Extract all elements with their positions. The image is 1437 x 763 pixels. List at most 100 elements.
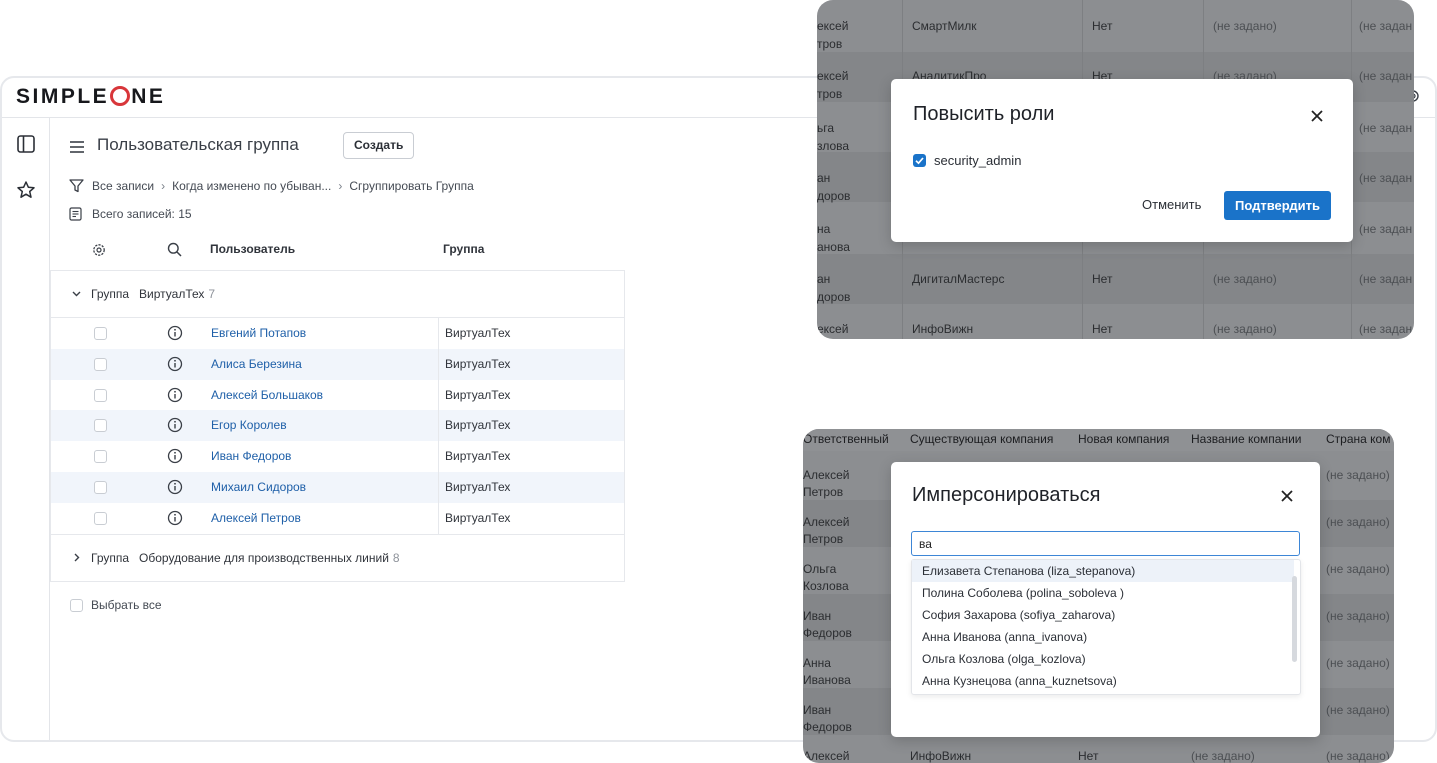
row-checkbox[interactable] bbox=[94, 511, 107, 525]
bg-cell: ексей bbox=[817, 19, 849, 33]
bg-cell: (не задан bbox=[1359, 121, 1413, 135]
bg-row-stripe bbox=[817, 254, 1414, 304]
user-link[interactable]: Михаил Сидоров bbox=[211, 480, 306, 494]
confirm-button[interactable]: Подтвердить bbox=[1224, 191, 1332, 220]
select-all-checkbox[interactable] bbox=[70, 598, 83, 612]
bg-cell: Иван bbox=[803, 609, 832, 623]
bg-cell: (не задано) bbox=[1326, 609, 1390, 623]
bg-cell: (не задано) bbox=[1326, 562, 1390, 576]
bg-column-header: Ответственный bbox=[803, 432, 889, 446]
chevron-down-icon[interactable] bbox=[72, 289, 81, 298]
info-icon[interactable] bbox=[167, 510, 183, 526]
records-count-label: Всего записей: 15 bbox=[92, 207, 192, 221]
chevron-right-icon[interactable] bbox=[72, 553, 81, 562]
row-checkbox[interactable] bbox=[94, 450, 107, 464]
user-link[interactable]: Евгений Потапов bbox=[211, 326, 306, 340]
bg-cell: (не задано) bbox=[1326, 468, 1390, 482]
breadcrumb-group-by[interactable]: Сгруппировать Группа bbox=[349, 179, 473, 193]
user-link[interactable]: Алексей Петров bbox=[211, 511, 301, 525]
bg-cell: СмартМилк bbox=[912, 19, 977, 33]
bg-cell: Козлова bbox=[803, 579, 849, 593]
user-link[interactable]: Алиса Березина bbox=[211, 357, 302, 371]
row-checkbox[interactable] bbox=[94, 327, 107, 340]
suggestion-item[interactable]: Елизавета Степанова (liza_stepanova) bbox=[912, 560, 1294, 582]
bg-cell: (не задано) bbox=[1213, 19, 1277, 33]
bg-cell: Нет bbox=[1078, 749, 1099, 763]
bg-cell: Анна bbox=[803, 656, 831, 670]
suggestion-item[interactable]: Анна Иванова (anna_ivanova) bbox=[912, 626, 1294, 648]
row-checkbox[interactable] bbox=[94, 419, 107, 433]
info-icon[interactable] bbox=[167, 448, 183, 464]
bg-cell: (не задано) bbox=[1213, 322, 1277, 336]
bg-cell: ИнфоВижн bbox=[912, 322, 974, 336]
group-label: Группа Оборудование для производственных … bbox=[91, 550, 400, 565]
table-row[interactable]: Евгений Потапов ВиртуалТех bbox=[51, 318, 624, 349]
group-header-row[interactable]: Группа Оборудование для производственных … bbox=[51, 533, 624, 581]
bg-cell: ексей bbox=[817, 322, 849, 336]
list-scrollbar[interactable] bbox=[1292, 576, 1297, 662]
group-cell: ВиртуалТех bbox=[438, 471, 510, 503]
group-cell: ВиртуалТех bbox=[438, 318, 510, 349]
page-title: Пользовательская группа bbox=[97, 135, 299, 154]
bg-cell: (не задан bbox=[1359, 69, 1413, 83]
column-header-user[interactable]: Пользователь bbox=[210, 242, 295, 256]
group-header-row[interactable]: Группа ВиртуалТех 7 bbox=[51, 271, 624, 318]
menu-icon[interactable] bbox=[69, 140, 85, 154]
gear-icon[interactable] bbox=[91, 242, 107, 258]
suggestion-item[interactable]: Ольга Козлова (olga_kozlova) bbox=[912, 648, 1294, 670]
user-link[interactable]: Егор Королев bbox=[211, 418, 287, 432]
bg-cell: Нет bbox=[1092, 19, 1113, 33]
user-link[interactable]: Алексей Большаков bbox=[211, 388, 323, 402]
user-link[interactable]: Иван Федоров bbox=[211, 449, 291, 463]
table-row[interactable]: Иван Федоров ВиртуалТех bbox=[51, 441, 624, 472]
role-checkbox[interactable] bbox=[913, 154, 926, 167]
suggestion-item[interactable]: Анна Кузнецова (anna_kuznetsova) bbox=[912, 670, 1294, 692]
group-cell: ВиртуалТех bbox=[438, 410, 510, 442]
breadcrumb-all-records[interactable]: Все записи bbox=[92, 179, 154, 193]
left-rail bbox=[2, 118, 50, 740]
close-icon[interactable] bbox=[1310, 109, 1324, 123]
table-row[interactable]: Алиса Березина ВиртуалТех bbox=[51, 348, 624, 380]
records-icon bbox=[69, 207, 82, 221]
impersonate-modal: Имперсонироваться Елизавета Степанова (l… bbox=[891, 462, 1320, 737]
table-row[interactable]: Егор Королев ВиртуалТех bbox=[51, 410, 624, 442]
table-row[interactable]: Алексей Большаков ВиртуалТех bbox=[51, 379, 624, 411]
bg-cell: доров bbox=[817, 189, 851, 203]
row-checkbox[interactable] bbox=[94, 357, 107, 371]
bg-cell: Петров bbox=[803, 532, 844, 546]
create-button[interactable]: Создать bbox=[343, 132, 415, 159]
bg-cell: Федоров bbox=[803, 626, 852, 640]
cancel-button[interactable]: Отменить bbox=[1133, 190, 1211, 219]
suggestion-item[interactable]: Полина Соболева (polina_soboleva ) bbox=[912, 582, 1294, 604]
close-icon[interactable] bbox=[1280, 489, 1294, 503]
sidebar-toggle-icon[interactable] bbox=[16, 134, 36, 154]
role-label: security_admin bbox=[934, 153, 1022, 168]
group-count: 7 bbox=[208, 287, 216, 301]
filter-icon[interactable] bbox=[69, 179, 84, 193]
info-icon[interactable] bbox=[167, 387, 183, 403]
bg-cell: ИнфоВижн bbox=[910, 749, 972, 763]
suggestion-item[interactable]: София Захарова (sofiya_zaharova) bbox=[912, 604, 1294, 626]
info-icon[interactable] bbox=[167, 479, 183, 495]
bg-cell: тров bbox=[817, 37, 843, 51]
select-all[interactable]: Выбрать все bbox=[70, 598, 162, 612]
table-row[interactable]: Михаил Сидоров ВиртуалТех bbox=[51, 471, 624, 503]
row-checkbox[interactable] bbox=[94, 388, 107, 402]
bg-cell: (не задано) bbox=[1326, 703, 1390, 717]
star-icon[interactable] bbox=[16, 180, 36, 200]
group-name: ВиртуалТех bbox=[139, 287, 205, 301]
info-icon[interactable] bbox=[167, 356, 183, 372]
table-row[interactable]: Алексей Петров ВиртуалТех bbox=[51, 502, 624, 534]
column-header-group[interactable]: Группа bbox=[443, 242, 484, 256]
user-search-input[interactable] bbox=[911, 531, 1300, 556]
bg-cell: Петров bbox=[803, 485, 844, 499]
group-cell: ВиртуалТех bbox=[438, 502, 510, 534]
search-icon[interactable] bbox=[167, 242, 182, 257]
row-checkbox[interactable] bbox=[94, 480, 107, 494]
breadcrumb-sort[interactable]: Когда изменено по убыван... bbox=[172, 179, 331, 193]
info-icon[interactable] bbox=[167, 417, 183, 433]
bg-cell: (не задан bbox=[1359, 272, 1413, 286]
bg-cell: злова bbox=[817, 139, 850, 153]
simpleone-logo[interactable]: SIMPLE NE bbox=[16, 85, 165, 109]
info-icon[interactable] bbox=[167, 325, 183, 341]
